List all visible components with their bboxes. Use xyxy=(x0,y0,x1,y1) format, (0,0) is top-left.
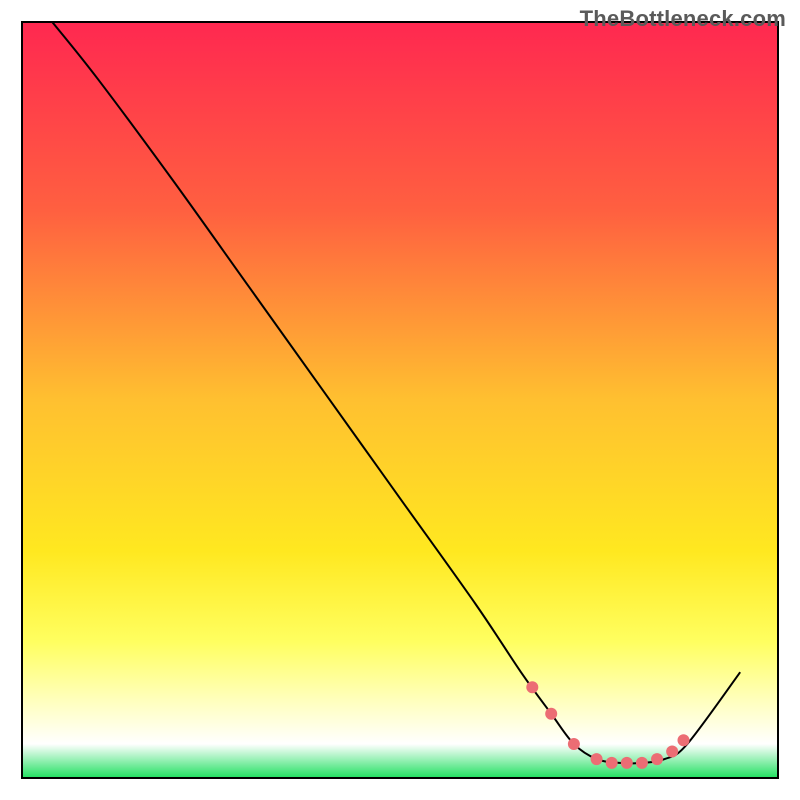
optimal-marker xyxy=(651,753,663,765)
optimal-marker xyxy=(591,753,603,765)
optimal-marker xyxy=(621,757,633,769)
optimal-marker xyxy=(568,738,580,750)
optimal-marker xyxy=(666,746,678,758)
gradient-background xyxy=(22,22,778,778)
optimal-marker xyxy=(606,757,618,769)
chart-svg xyxy=(0,0,800,800)
optimal-marker xyxy=(545,708,557,720)
optimal-marker xyxy=(526,681,538,693)
optimal-marker xyxy=(678,734,690,746)
optimal-marker xyxy=(636,757,648,769)
watermark-text: TheBottleneck.com xyxy=(580,6,786,32)
bottleneck-chart: TheBottleneck.com xyxy=(0,0,800,800)
